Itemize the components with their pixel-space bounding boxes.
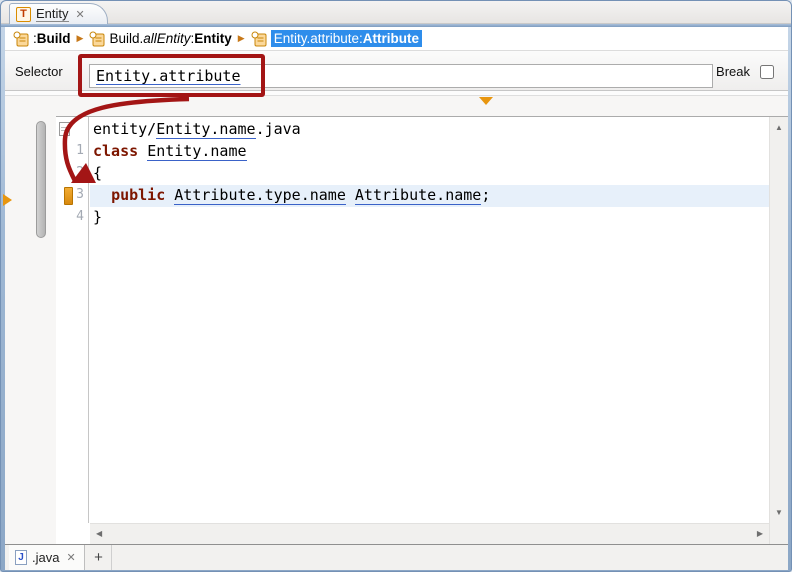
code-line[interactable]: }: [90, 207, 769, 229]
tab-entity[interactable]: T Entity ✕: [9, 3, 108, 24]
scroll-up-icon[interactable]: ▲: [770, 123, 788, 132]
breadcrumb-item-label-selected: Entity.attribute:Attribute: [271, 30, 422, 47]
breadcrumb-item-allentity[interactable]: Build.allEntity:Entity: [89, 31, 231, 47]
gutter-line-3[interactable]: 3: [56, 185, 88, 207]
selector-row: Selector Break: [5, 50, 788, 91]
gutter-line-4[interactable]: 4: [56, 207, 88, 229]
breadcrumb-item-label: :Build: [33, 31, 71, 46]
close-icon[interactable]: ✕: [76, 8, 85, 21]
add-tab-button[interactable]: +: [86, 545, 112, 570]
tab-entity-label: Entity: [36, 6, 69, 22]
template-node-icon: [251, 31, 267, 47]
code-line[interactable]: class Entity.name: [90, 141, 769, 163]
close-icon[interactable]: ✕: [66, 551, 75, 564]
breadcrumb-item-build[interactable]: :Build: [13, 31, 71, 47]
editor-tabbar: T Entity ✕: [1, 1, 792, 24]
line-number: 1: [76, 143, 84, 158]
template-editor-window: T Entity ✕ :Build ▶ Build.allEntity:Ent: [0, 0, 792, 572]
breadcrumb: :Build ▶ Build.allEntity:Entity ▶ Entity…: [5, 27, 788, 50]
collapse-handle-icon[interactable]: [479, 97, 493, 105]
gutter-file-row[interactable]: [56, 119, 88, 141]
editor-gutter[interactable]: 1 2 3 4: [56, 117, 89, 523]
breadcrumb-arrow-icon: ▶: [238, 33, 245, 44]
scroll-left-icon[interactable]: ◀: [96, 529, 102, 538]
breadcrumb-item-attribute-selected[interactable]: Entity.attribute:Attribute: [251, 30, 422, 47]
selector-label: Selector: [15, 64, 63, 79]
file-icon: [59, 122, 70, 136]
tab-java[interactable]: J .java ✕: [9, 545, 85, 570]
code-line[interactable]: entity/Entity.name.java: [90, 119, 769, 141]
selector-input[interactable]: [89, 64, 713, 88]
breadcrumb-arrow-icon: ▶: [77, 33, 84, 44]
line-number: 2: [76, 165, 84, 180]
break-checkbox[interactable]: [760, 65, 774, 79]
gutter-line-2[interactable]: 2: [56, 163, 88, 185]
overview-ruler: [36, 121, 46, 238]
template-node-icon: [13, 31, 29, 47]
horizontal-scrollbar[interactable]: ◀ ▶: [90, 523, 769, 544]
code-line[interactable]: {: [90, 163, 769, 185]
line-number: 3: [76, 187, 84, 202]
scroll-right-icon[interactable]: ▶: [757, 529, 763, 538]
template-file-icon: T: [16, 7, 31, 22]
template-node-icon: [89, 31, 105, 47]
java-file-icon: J: [15, 550, 27, 565]
tab-java-label: .java: [32, 550, 59, 565]
bottom-tabbar: J .java ✕ +: [5, 545, 788, 570]
break-label: Break: [716, 64, 750, 79]
code-line[interactable]: public Attribute.type.name Attribute.nam…: [90, 185, 769, 207]
scroll-down-icon[interactable]: ▼: [770, 508, 788, 517]
template-line-marker: [64, 187, 73, 205]
code-editor: 1 2 3 4 entity/Entity.name.javaclass Entity…: [56, 116, 788, 544]
current-line-arrow-icon: [3, 194, 12, 206]
code-area[interactable]: entity/Entity.name.javaclass Entity.name…: [90, 117, 769, 523]
breadcrumb-item-label: Build.allEntity:Entity: [109, 31, 231, 46]
gutter-line-1[interactable]: 1: [56, 141, 88, 163]
line-number: 4: [76, 209, 84, 224]
vertical-scrollbar[interactable]: ▲ ▼: [769, 117, 788, 544]
